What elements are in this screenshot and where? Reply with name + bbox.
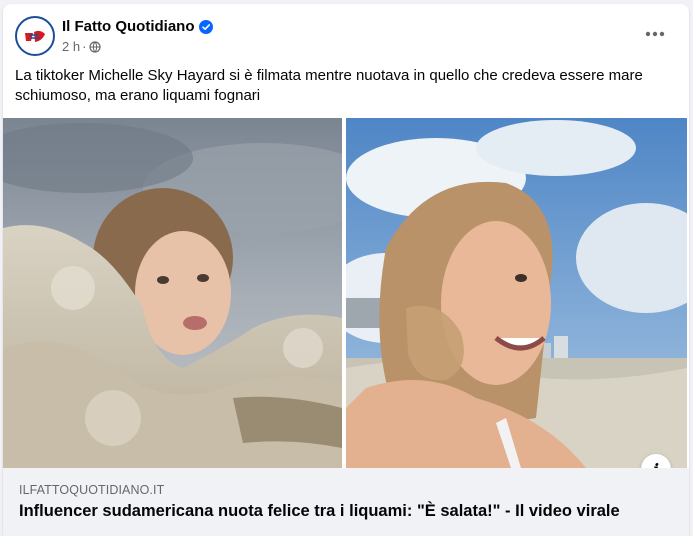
verified-badge-icon <box>199 19 214 34</box>
link-title[interactable]: Influencer sudamericana nuota felice tra… <box>19 502 620 521</box>
more-options-button[interactable] <box>641 22 669 46</box>
feed-post: Il Fatto Quotidiano 2 h · La tiktoker Mi… <box>3 4 689 536</box>
link-domain: ILFATTOQUOTIDIANO.IT <box>19 483 165 497</box>
more-options-icon <box>645 31 665 37</box>
page-name[interactable]: Il Fatto Quotidiano <box>62 18 194 35</box>
page-name-link[interactable]: Il Fatto Quotidiano <box>62 18 214 35</box>
newspaper-logo-icon <box>23 30 47 44</box>
link-preview[interactable]: ILFATTOQUOTIDIANO.IT Influencer sudameri… <box>3 468 689 536</box>
globe-icon <box>89 40 102 53</box>
post-caption: La tiktoker Michelle Sky Hayard si è fil… <box>15 67 643 104</box>
post-media[interactable] <box>3 118 689 468</box>
page-avatar[interactable] <box>15 16 55 56</box>
meta-separator: · <box>82 39 87 54</box>
post-image-right[interactable] <box>346 118 687 468</box>
post-image-left[interactable] <box>3 118 342 468</box>
post-meta: 2 h · <box>62 39 102 54</box>
post-timestamp[interactable]: 2 h <box>62 39 80 54</box>
post-header: Il Fatto Quotidiano 2 h · <box>3 4 689 64</box>
